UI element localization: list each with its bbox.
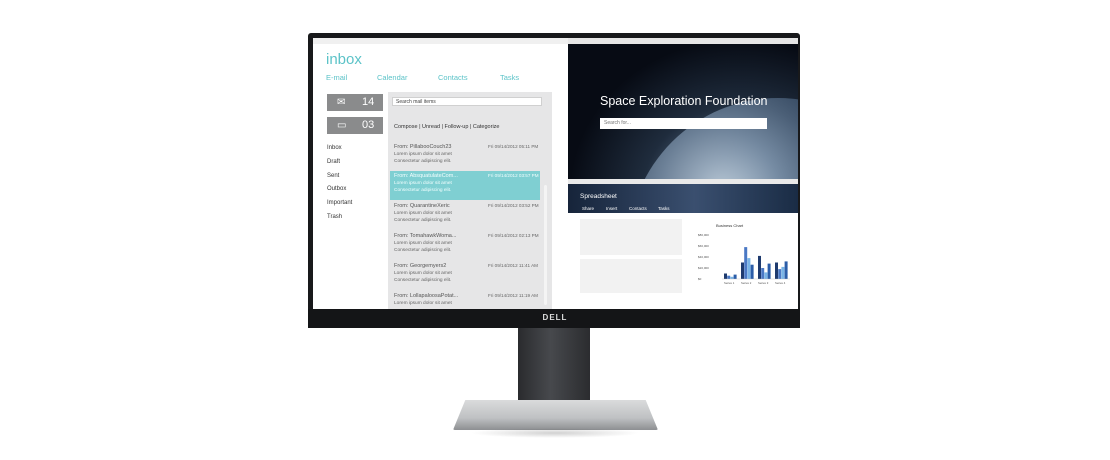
- mail-preview: Consectetur adipiscing elit.: [394, 248, 452, 253]
- mail-preview: Lorem ipsum dolor sit amet: [394, 181, 452, 186]
- chart-bar: [741, 262, 744, 279]
- sheet-tab-share[interactable]: Share: [582, 206, 594, 211]
- spreadsheet-title: Spreadsheet: [580, 193, 617, 200]
- mail-preview: Consectetur adipiscing elit.: [394, 218, 452, 223]
- chart-bar: [778, 269, 782, 279]
- chart-bar: [727, 275, 731, 279]
- chart-x-tick-label: Series 2: [741, 281, 752, 285]
- mail-item[interactable]: From: PillabooCouch23 Fri 09/14/2012 05:…: [390, 142, 540, 171]
- mail-item[interactable]: From: LollapaloosaPotat... Fri 09/14/201…: [390, 291, 540, 309]
- chart-y-tick-label: $0: [698, 277, 702, 281]
- folder-important[interactable]: Important: [327, 200, 352, 206]
- monitor-stand: [518, 328, 590, 406]
- mail-preview: Consectetur adipiscing elit.: [394, 278, 452, 283]
- dell-logo: DELL: [542, 313, 568, 322]
- chart-bar: [764, 272, 768, 279]
- mail-title: inbox: [326, 51, 362, 68]
- mail-date: Fri 09/14/2012 11:41 AM: [488, 263, 538, 268]
- chart-bar: [775, 262, 778, 279]
- site-search-input[interactable]: Search for...: [600, 118, 767, 129]
- chart-bar: [767, 263, 771, 279]
- mail-date: Fri 09/14/2012 03:57 PM: [488, 173, 539, 178]
- mail-preview: Lorem ipsum dolor sit amet: [394, 271, 452, 276]
- mail-preview: Lorem ipsum dolor sit amet: [394, 152, 452, 157]
- monitor-screen: inbox E-mail Calendar Contacts Tasks ✉ 1…: [313, 38, 798, 309]
- mail-preview: Lorem ipsum dolor sit amet: [394, 301, 452, 306]
- chart-bar: [761, 268, 765, 279]
- chart-bar: [758, 255, 761, 279]
- tab-tasks[interactable]: Tasks: [500, 73, 519, 82]
- tab-calendar[interactable]: Calendar: [377, 73, 407, 82]
- chart-x-tick-label: Series 1: [724, 281, 735, 285]
- chart-y-tick-label: $60,000: [698, 244, 709, 248]
- browser-titlebar: [568, 38, 798, 44]
- site-title: Space Exploration Foundation: [600, 94, 768, 108]
- chart-x-tick-label: Series 4: [775, 281, 786, 285]
- mail-date: Fri 09/14/2012 02:13 PM: [488, 233, 539, 238]
- planet-image: [628, 98, 798, 179]
- mail-sender: From: Georgemyers2: [394, 263, 447, 269]
- business-chart: $80,000 $60,000 $40,000 $20,000 $0 Series 1 Se…: [698, 233, 790, 285]
- monitor-base: [453, 400, 658, 430]
- mail-date: Fri 09/14/2012 05:11 PM: [488, 144, 539, 149]
- mail-search-input[interactable]: Search mail items: [392, 97, 542, 106]
- mail-item[interactable]: From: QuarantineXeric Fri 09/14/2012 03:…: [390, 201, 540, 230]
- chart-bar: [724, 273, 727, 279]
- message-panel: Search mail items Compose | Unread | Fol…: [388, 92, 552, 309]
- chart-bar: [781, 266, 785, 279]
- sheet-tab-insert[interactable]: Insert: [606, 206, 617, 211]
- mail-item[interactable]: From: TomahawkWoma... Fri 09/14/2012 02:…: [390, 231, 540, 260]
- data-table-1: [580, 219, 682, 255]
- chat-icon: ▭: [337, 120, 347, 131]
- chart-bar: [744, 247, 748, 279]
- chart-bar: [733, 274, 737, 279]
- mail-date: Fri 09/14/2012 03:52 PM: [488, 203, 539, 208]
- envelope-icon: ✉: [337, 97, 346, 108]
- mail-preview: Lorem ipsum dolor sit amet: [394, 241, 452, 246]
- mail-sender: From: LollapaloosaPotat...: [394, 293, 459, 299]
- mail-sender: From: AbsquatulateCom...: [394, 173, 458, 179]
- mail-preview: Consectetur adipiscing elit.: [394, 188, 452, 193]
- message-count: 03: [362, 119, 375, 131]
- chart-bar: [784, 261, 788, 279]
- unread-mail-counter[interactable]: ✉ 14: [327, 94, 383, 111]
- mail-item[interactable]: From: Georgemyers2 Fri 09/14/2012 11:41 …: [390, 261, 540, 290]
- chart-y-tick-label: $40,000: [698, 255, 709, 259]
- folder-inbox[interactable]: Inbox: [327, 145, 342, 151]
- base-shadow: [470, 428, 640, 438]
- mail-date: Fri 09/14/2012 11:19 AM: [488, 293, 538, 298]
- unread-mail-count: 14: [362, 96, 375, 108]
- mail-window: inbox E-mail Calendar Contacts Tasks ✉ 1…: [313, 38, 568, 309]
- tab-contacts[interactable]: Contacts: [438, 73, 468, 82]
- mail-scrollbar[interactable]: [544, 185, 547, 305]
- mail-preview: Consectetur adipiscing elit.: [394, 159, 452, 164]
- mail-item-selected[interactable]: From: AbsquatulateCom... Fri 09/14/2012 …: [390, 171, 540, 200]
- mail-titlebar: [313, 38, 568, 44]
- folder-outbox[interactable]: Outbox: [327, 186, 346, 192]
- chart-bar: [747, 258, 751, 279]
- browser-window: Space Exploration Foundation Search for.…: [568, 38, 798, 179]
- spreadsheet-header: Spreadsheet Share Insert Contacts Tasks: [568, 184, 798, 213]
- mail-preview: Lorem ipsum dolor sit amet: [394, 211, 452, 216]
- message-counter[interactable]: ▭ 03: [327, 117, 383, 134]
- mail-sender: From: TomahawkWoma...: [394, 233, 457, 239]
- chart-y-tick-label: $20,000: [698, 266, 709, 270]
- mail-sender: From: PillabooCouch23: [394, 144, 452, 150]
- spreadsheet-window: Spreadsheet Share Insert Contacts Tasks …: [568, 179, 798, 309]
- tab-email[interactable]: E-mail: [326, 73, 347, 82]
- chart-title: Business Chart: [716, 223, 744, 228]
- chart-y-tick-label: $80,000: [698, 233, 709, 237]
- folder-draft[interactable]: Draft: [327, 159, 340, 165]
- mail-sender: From: QuarantineXeric: [394, 203, 450, 209]
- sheet-tab-tasks[interactable]: Tasks: [658, 206, 670, 211]
- folder-trash[interactable]: Trash: [327, 214, 342, 220]
- chart-x-tick-label: Series 3: [758, 281, 769, 285]
- data-table-2: [580, 259, 682, 293]
- chart-bar: [750, 264, 754, 279]
- chart-bar: [730, 276, 734, 279]
- folder-sent[interactable]: Sent: [327, 173, 339, 179]
- sheet-tab-contacts[interactable]: Contacts: [629, 206, 647, 211]
- mail-toolbar[interactable]: Compose | Unread | Follow-up | Categoriz…: [394, 124, 499, 130]
